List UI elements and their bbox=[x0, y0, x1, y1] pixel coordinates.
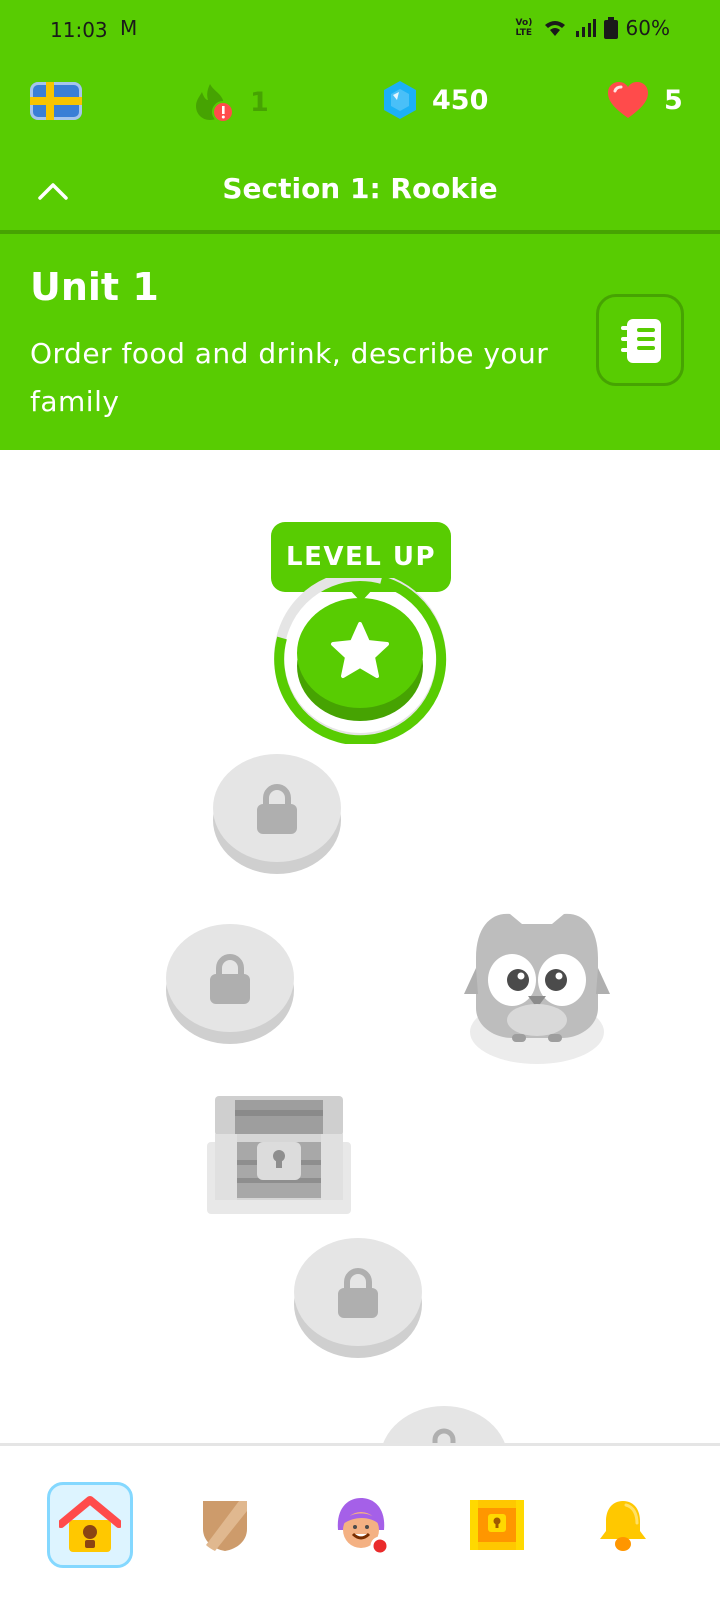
locked-lesson-node[interactable] bbox=[379, 1404, 509, 1444]
gems-counter[interactable]: 450 bbox=[382, 80, 488, 120]
character-avatar-icon bbox=[337, 1498, 390, 1556]
treasure-chest-icon[interactable] bbox=[205, 1090, 353, 1216]
gems-count: 450 bbox=[432, 84, 489, 116]
guidebook-button[interactable] bbox=[596, 294, 684, 386]
top-header: 11:03 M Vo) LTE 60% 1 450 5 Section 1: R… bbox=[0, 0, 720, 450]
sweden-flag-icon[interactable] bbox=[30, 82, 82, 120]
home-icon bbox=[59, 1496, 121, 1552]
heart-icon bbox=[608, 82, 648, 118]
hearts-count: 5 bbox=[664, 84, 683, 116]
gmail-icon: M bbox=[120, 16, 138, 40]
signal-icon bbox=[575, 19, 596, 37]
league-shield-icon bbox=[203, 1501, 247, 1551]
streak-count: 1 bbox=[250, 86, 269, 118]
section-header[interactable]: Section 1: Rookie bbox=[0, 150, 720, 234]
locked-lesson-node[interactable] bbox=[165, 922, 295, 1046]
battery-icon bbox=[603, 17, 618, 39]
locked-lesson-node[interactable] bbox=[293, 1236, 423, 1360]
section-title: Section 1: Rookie bbox=[222, 172, 498, 205]
current-lesson-node[interactable] bbox=[267, 578, 457, 744]
nav-quests[interactable] bbox=[454, 1482, 540, 1568]
stats-bar: 1 450 5 bbox=[0, 68, 720, 138]
nav-notifications[interactable] bbox=[580, 1482, 666, 1568]
volte-icon: Vo) LTE bbox=[515, 18, 533, 38]
streak-flame-icon bbox=[196, 84, 234, 123]
wifi-icon bbox=[544, 21, 565, 36]
status-bar: 11:03 M Vo) LTE 60% bbox=[0, 0, 720, 60]
owl-mascot-icon bbox=[464, 913, 610, 1064]
streak-counter[interactable]: 1 bbox=[192, 80, 269, 124]
unit-title: Unit 1 bbox=[30, 265, 159, 309]
hearts-counter[interactable]: 5 bbox=[606, 80, 683, 120]
bell-icon bbox=[600, 1501, 646, 1551]
locked-lesson-node[interactable] bbox=[212, 752, 342, 876]
status-icons: Vo) LTE 60% bbox=[516, 16, 670, 40]
battery-percent: 60% bbox=[625, 16, 670, 40]
nav-leagues[interactable] bbox=[182, 1482, 268, 1568]
guidebook-icon bbox=[621, 319, 661, 363]
unit-description: Order food and drink, describe your fami… bbox=[30, 337, 549, 418]
quest-chest-icon bbox=[470, 1500, 524, 1550]
nav-character[interactable] bbox=[318, 1482, 404, 1568]
bottom-navigation bbox=[0, 1443, 720, 1603]
nav-home[interactable] bbox=[47, 1482, 133, 1568]
gem-icon bbox=[384, 81, 416, 119]
status-time: 11:03 bbox=[50, 18, 108, 42]
